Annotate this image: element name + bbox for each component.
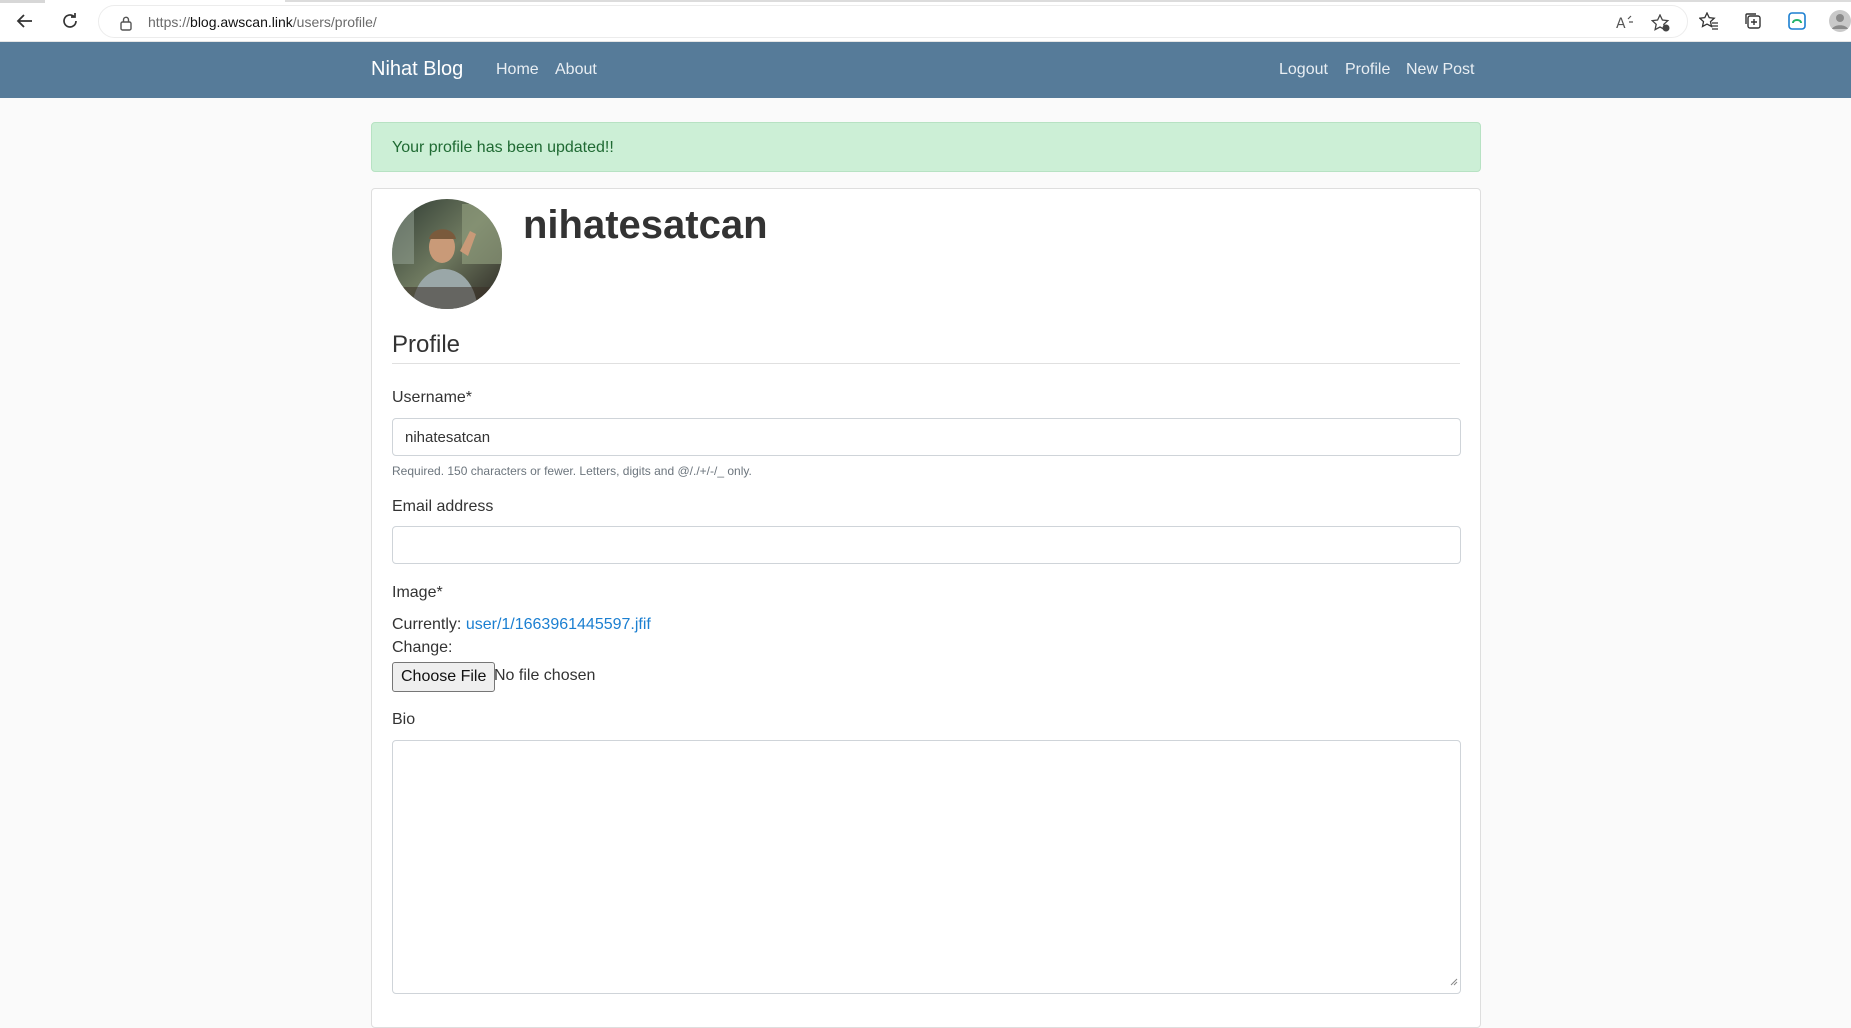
profile-avatar-image: [392, 199, 502, 309]
bio-label: Bio: [392, 711, 416, 728]
choose-file-button[interactable]: Choose File: [392, 662, 496, 692]
lock-icon[interactable]: [119, 15, 133, 36]
back-arrow-icon[interactable]: [14, 10, 36, 32]
nav-about-link[interactable]: About: [555, 61, 597, 79]
nav-profile-link[interactable]: Profile: [1345, 61, 1390, 79]
username-help-text: Required. 150 characters or fewer. Lette…: [392, 464, 752, 478]
profile-card: nihatesatcan Profile Username* Required.…: [371, 188, 1481, 1028]
refresh-icon[interactable]: [59, 10, 81, 32]
svg-text:A: A: [1616, 16, 1626, 32]
profile-avatar-icon[interactable]: [1829, 10, 1851, 32]
url-host: blog.awscan.link: [190, 14, 293, 30]
add-favorite-icon[interactable]: [1650, 13, 1671, 37]
nav-home-link[interactable]: Home: [496, 61, 539, 79]
site-navbar: Nihat Blog Home About Logout Profile New…: [0, 42, 1851, 98]
url-path: /users/profile/: [292, 14, 377, 30]
currently-row: Currently: user/1/1663961445597.jfif: [392, 616, 651, 634]
collections-icon[interactable]: [1742, 10, 1764, 32]
nav-new-post-link[interactable]: New Post: [1406, 61, 1474, 79]
address-bar[interactable]: https://blog.awscan.link/users/profile/ …: [98, 5, 1688, 38]
email-input[interactable]: [392, 526, 1461, 564]
account-username-heading: nihatesatcan: [523, 203, 768, 247]
profile-legend: Profile: [392, 331, 1460, 364]
currently-label: Currently:: [392, 616, 462, 633]
current-image-link[interactable]: user/1/1663961445597.jfif: [466, 616, 651, 633]
edge-icon[interactable]: [1786, 10, 1808, 32]
no-file-chosen-text: No file chosen: [494, 667, 596, 684]
success-alert: Your profile has been updated!!: [371, 122, 1481, 172]
alert-message: Your profile has been updated!!: [392, 139, 614, 156]
tab-strip-edge: [0, 0, 45, 3]
navbar-brand[interactable]: Nihat Blog: [371, 58, 463, 81]
username-input[interactable]: [392, 418, 1461, 456]
favorites-icon[interactable]: [1698, 10, 1720, 32]
resize-handle-icon[interactable]: [1448, 973, 1458, 991]
nav-logout-link[interactable]: Logout: [1279, 61, 1328, 79]
change-label: Change:: [392, 639, 453, 656]
image-label: Image*: [392, 584, 443, 601]
bio-textarea[interactable]: [392, 740, 1461, 994]
read-aloud-icon[interactable]: A: [1615, 14, 1635, 37]
tab-strip-edge-right: [285, 0, 1851, 2]
browser-toolbar: https://blog.awscan.link/users/profile/ …: [0, 0, 1851, 42]
email-label: Email address: [392, 498, 494, 515]
username-label: Username*: [392, 389, 473, 406]
url-text[interactable]: https://blog.awscan.link/users/profile/: [148, 14, 377, 30]
url-protocol: https://: [148, 14, 191, 30]
